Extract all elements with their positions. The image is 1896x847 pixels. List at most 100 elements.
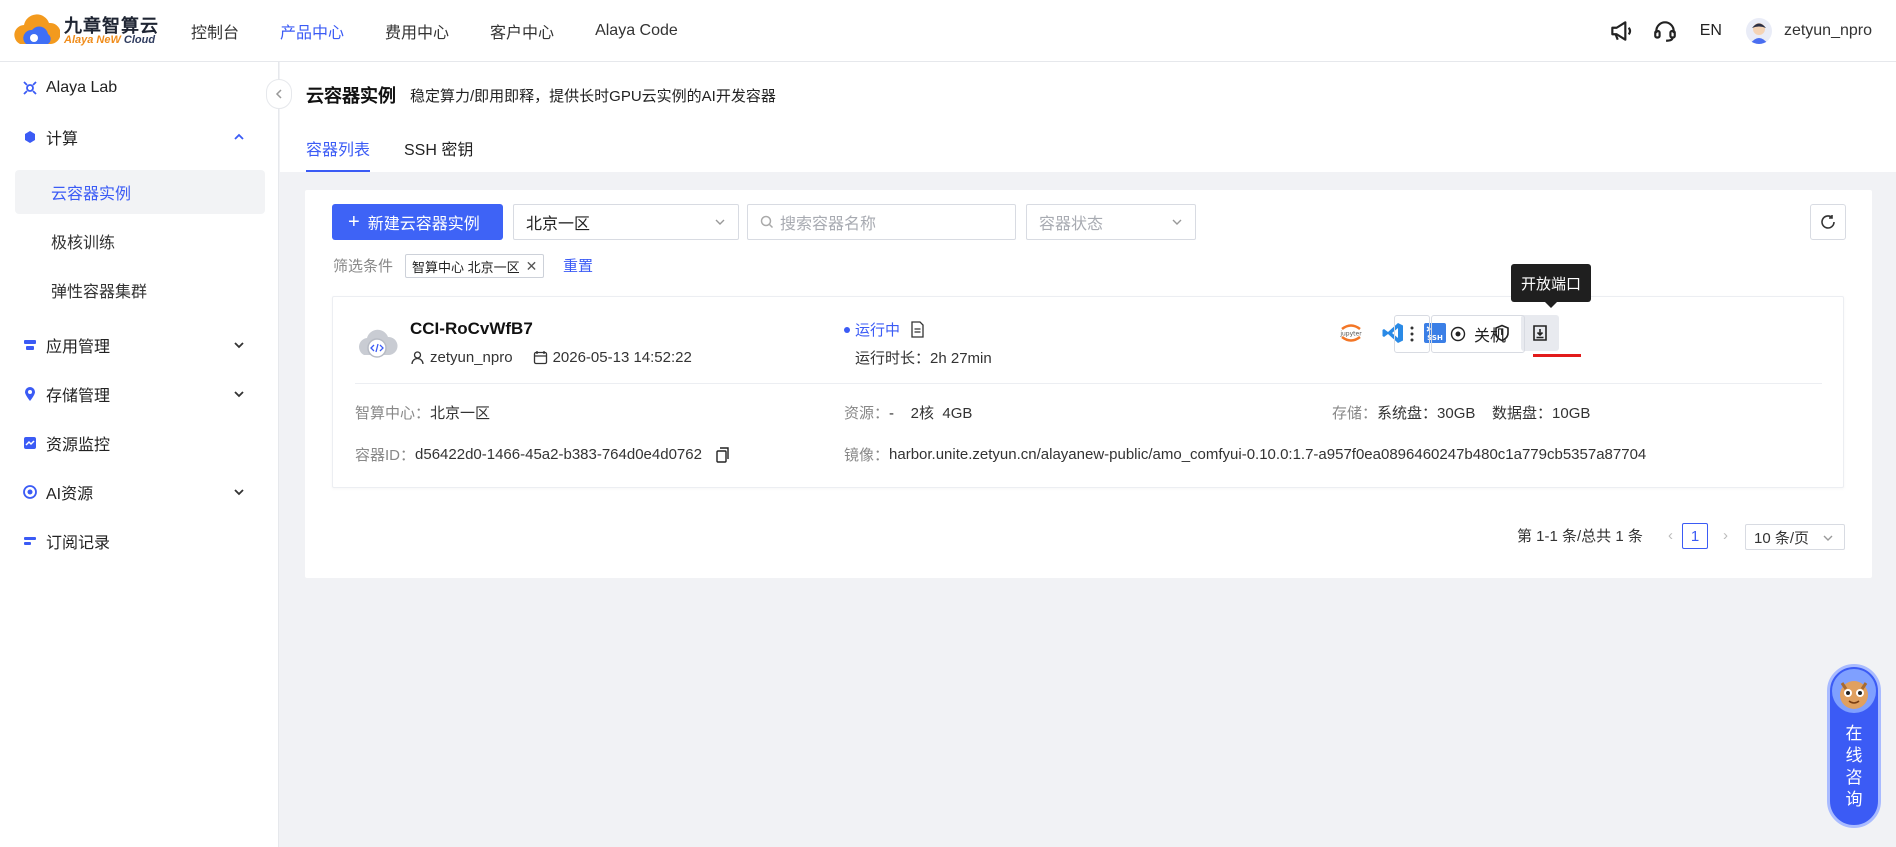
sidebar-sub-elastic-cluster[interactable]: 弹性容器集群 [15,268,265,312]
topnav-customer[interactable]: 客户中心 [490,19,554,43]
new-instance-label: 新建云容器实例 [367,216,480,233]
brand-subtitle: Alaya NeW Cloud [64,34,156,46]
field-value: d56422d0-1466-45a2-b383-764d0e4d0762 [415,446,702,463]
page-size-select[interactable]: 10 条/页 [1745,524,1845,550]
svg-text:jupyter: jupyter [1339,331,1362,338]
instance-owner: zetyun_npro [430,349,513,366]
sidebar-item-label: 订阅记录 [46,535,111,552]
field-container-id: 容器ID： d56422d0-1466-45a2-b383-764d0e4d07… [355,444,730,465]
chevron-down-icon [234,391,244,398]
new-instance-button[interactable]: + 新建云容器实例 [332,204,503,240]
sidebar-item-storage[interactable]: 存储管理 [0,376,279,412]
online-consult-label: 在线咨询 [1845,724,1863,809]
language-switch[interactable]: EN [1700,22,1722,40]
sidebar-item-compute[interactable]: 计算 [0,119,279,155]
status-badge: 运行中 [844,319,925,340]
ai-icon [23,485,37,499]
filter-label: 筛选条件 [333,258,394,275]
topnav-alaya-code[interactable]: Alaya Code [595,22,678,40]
compute-icon [25,131,35,143]
next-page-icon[interactable]: › [1723,527,1737,545]
field-image: 镜像： harbor.unite.zetyun.cn/alayanew-publ… [844,444,1646,465]
instance-card: CCI-RoCvWfB7 zetyun_npro 2026-05-13 14:5… [332,296,1844,488]
sidebar-sub-training[interactable]: 极核训练 [15,219,265,263]
sidebar-item-alaya-lab[interactable]: Alaya Lab [0,70,279,106]
close-icon[interactable]: ✕ [526,258,538,275]
jupyter-logo: jupyter [1339,324,1362,342]
sidebar-item-label: 计算 [46,131,79,148]
pagination-summary: 第 1-1 条/总共 1 条 [1517,528,1643,545]
storage-icon [25,387,35,401]
field-key: 资源： [844,405,890,422]
field-key: 镜像： [844,447,890,464]
sidebar-item-ai-resources[interactable]: AI资源 [0,474,279,510]
chevron-down-icon [1172,219,1182,225]
chevron-down-icon [234,342,244,349]
topnav-billing[interactable]: 费用中心 [385,19,449,43]
online-consult-widget[interactable]: 在线咨询 [1827,664,1881,828]
open-port-tooltip: 开放端口 [1511,264,1591,308]
header-username[interactable]: zetyun_npro [1784,22,1872,40]
avatar[interactable] [1745,18,1772,44]
sidebar-collapse-button[interactable] [266,79,292,109]
page-title: 云容器实例 [306,86,396,106]
sidebar-item-label: AI资源 [46,486,94,503]
open-port-icon [1533,325,1547,341]
sidebar-item-subscriptions[interactable]: 订阅记录 [0,523,279,559]
user-icon [411,351,424,365]
topnav-products[interactable]: 产品中心 [280,19,344,43]
sidebar-sub-cloud-container[interactable]: 云容器实例 [15,170,265,214]
instance-meta: zetyun_npro 2026-05-13 14:52:22 [410,349,692,366]
jupyter-icon[interactable]: jupyter [1337,319,1365,347]
status-select-placeholder: 容器状态 [1039,216,1104,233]
header-actions: EN zetyun_npro [1590,0,1872,62]
chevron-down-icon [234,489,244,496]
tab-container-list[interactable]: 容器列表 [306,136,371,172]
instance-runtime: 运行时长：2h 27min [855,350,992,367]
page-description: 稳定算力/即用即释，提供长时GPU云实例的AI开发容器 [410,88,776,105]
reset-filter-link[interactable]: 重置 [563,255,593,276]
shutdown-button[interactable]: 关机 [1431,315,1525,353]
open-port-button[interactable] [1521,315,1559,351]
plus-icon: + [348,211,360,233]
tab-ssh-keys[interactable]: SSH 密钥 [404,136,473,172]
instance-divider [355,383,1822,384]
container-icon [359,329,398,358]
lab-icon [23,81,37,95]
shutdown-label: 关机 [1473,328,1506,345]
page-number-button[interactable]: 1 [1682,523,1708,549]
brand-logo[interactable]: 九章智算云 Alaya NeW Cloud [12,10,162,52]
instance-name[interactable]: CCI-RoCvWfB7 [410,319,533,339]
copy-icon[interactable] [716,446,730,463]
topnav-console[interactable]: 控制台 [191,19,239,43]
headset-icon[interactable] [1652,18,1678,44]
highlight-underline [1533,354,1581,357]
chevron-left-icon [275,89,282,99]
cloud-logo-icon [14,14,61,44]
refresh-icon [1821,215,1835,229]
sidebar: Alaya Lab 计算 云容器实例 极核训练 弹性容器集群 应用管理 存储管理… [0,62,279,847]
status-select[interactable]: 容器状态 [1026,204,1196,240]
status-dot [844,326,850,333]
field-value: 系统盘：30GB 数据盘：10GB [1377,405,1591,422]
region-select[interactable]: 北京一区 [513,204,739,240]
power-icon [1450,326,1466,342]
sidebar-item-monitor[interactable]: 资源监控 [0,425,279,461]
prev-page-icon[interactable]: ‹ [1668,527,1682,545]
field-key: 智算中心： [355,405,431,422]
filter-tag-label: 智算中心 北京一区 [412,259,520,275]
search-input[interactable]: 搜索容器名称 [747,204,1016,240]
sidebar-item-app-management[interactable]: 应用管理 [0,327,279,363]
chevron-up-icon [234,133,244,140]
instance-created-time: 2026-05-13 14:52:22 [552,349,692,366]
field-resources: 资源： - 2核 4GB [844,402,972,423]
field-storage: 存储： 系统盘：30GB 数据盘：10GB [1332,402,1590,423]
chevron-down-icon [1823,535,1833,541]
more-actions-button[interactable] [1394,315,1430,353]
field-value: harbor.unite.zetyun.cn/alayanew-public/a… [889,446,1647,463]
megaphone-icon[interactable] [1608,18,1634,44]
log-document-icon[interactable] [910,321,925,338]
subscription-icon [24,537,36,545]
refresh-button[interactable] [1810,204,1846,240]
mascot-icon [1832,669,1876,713]
